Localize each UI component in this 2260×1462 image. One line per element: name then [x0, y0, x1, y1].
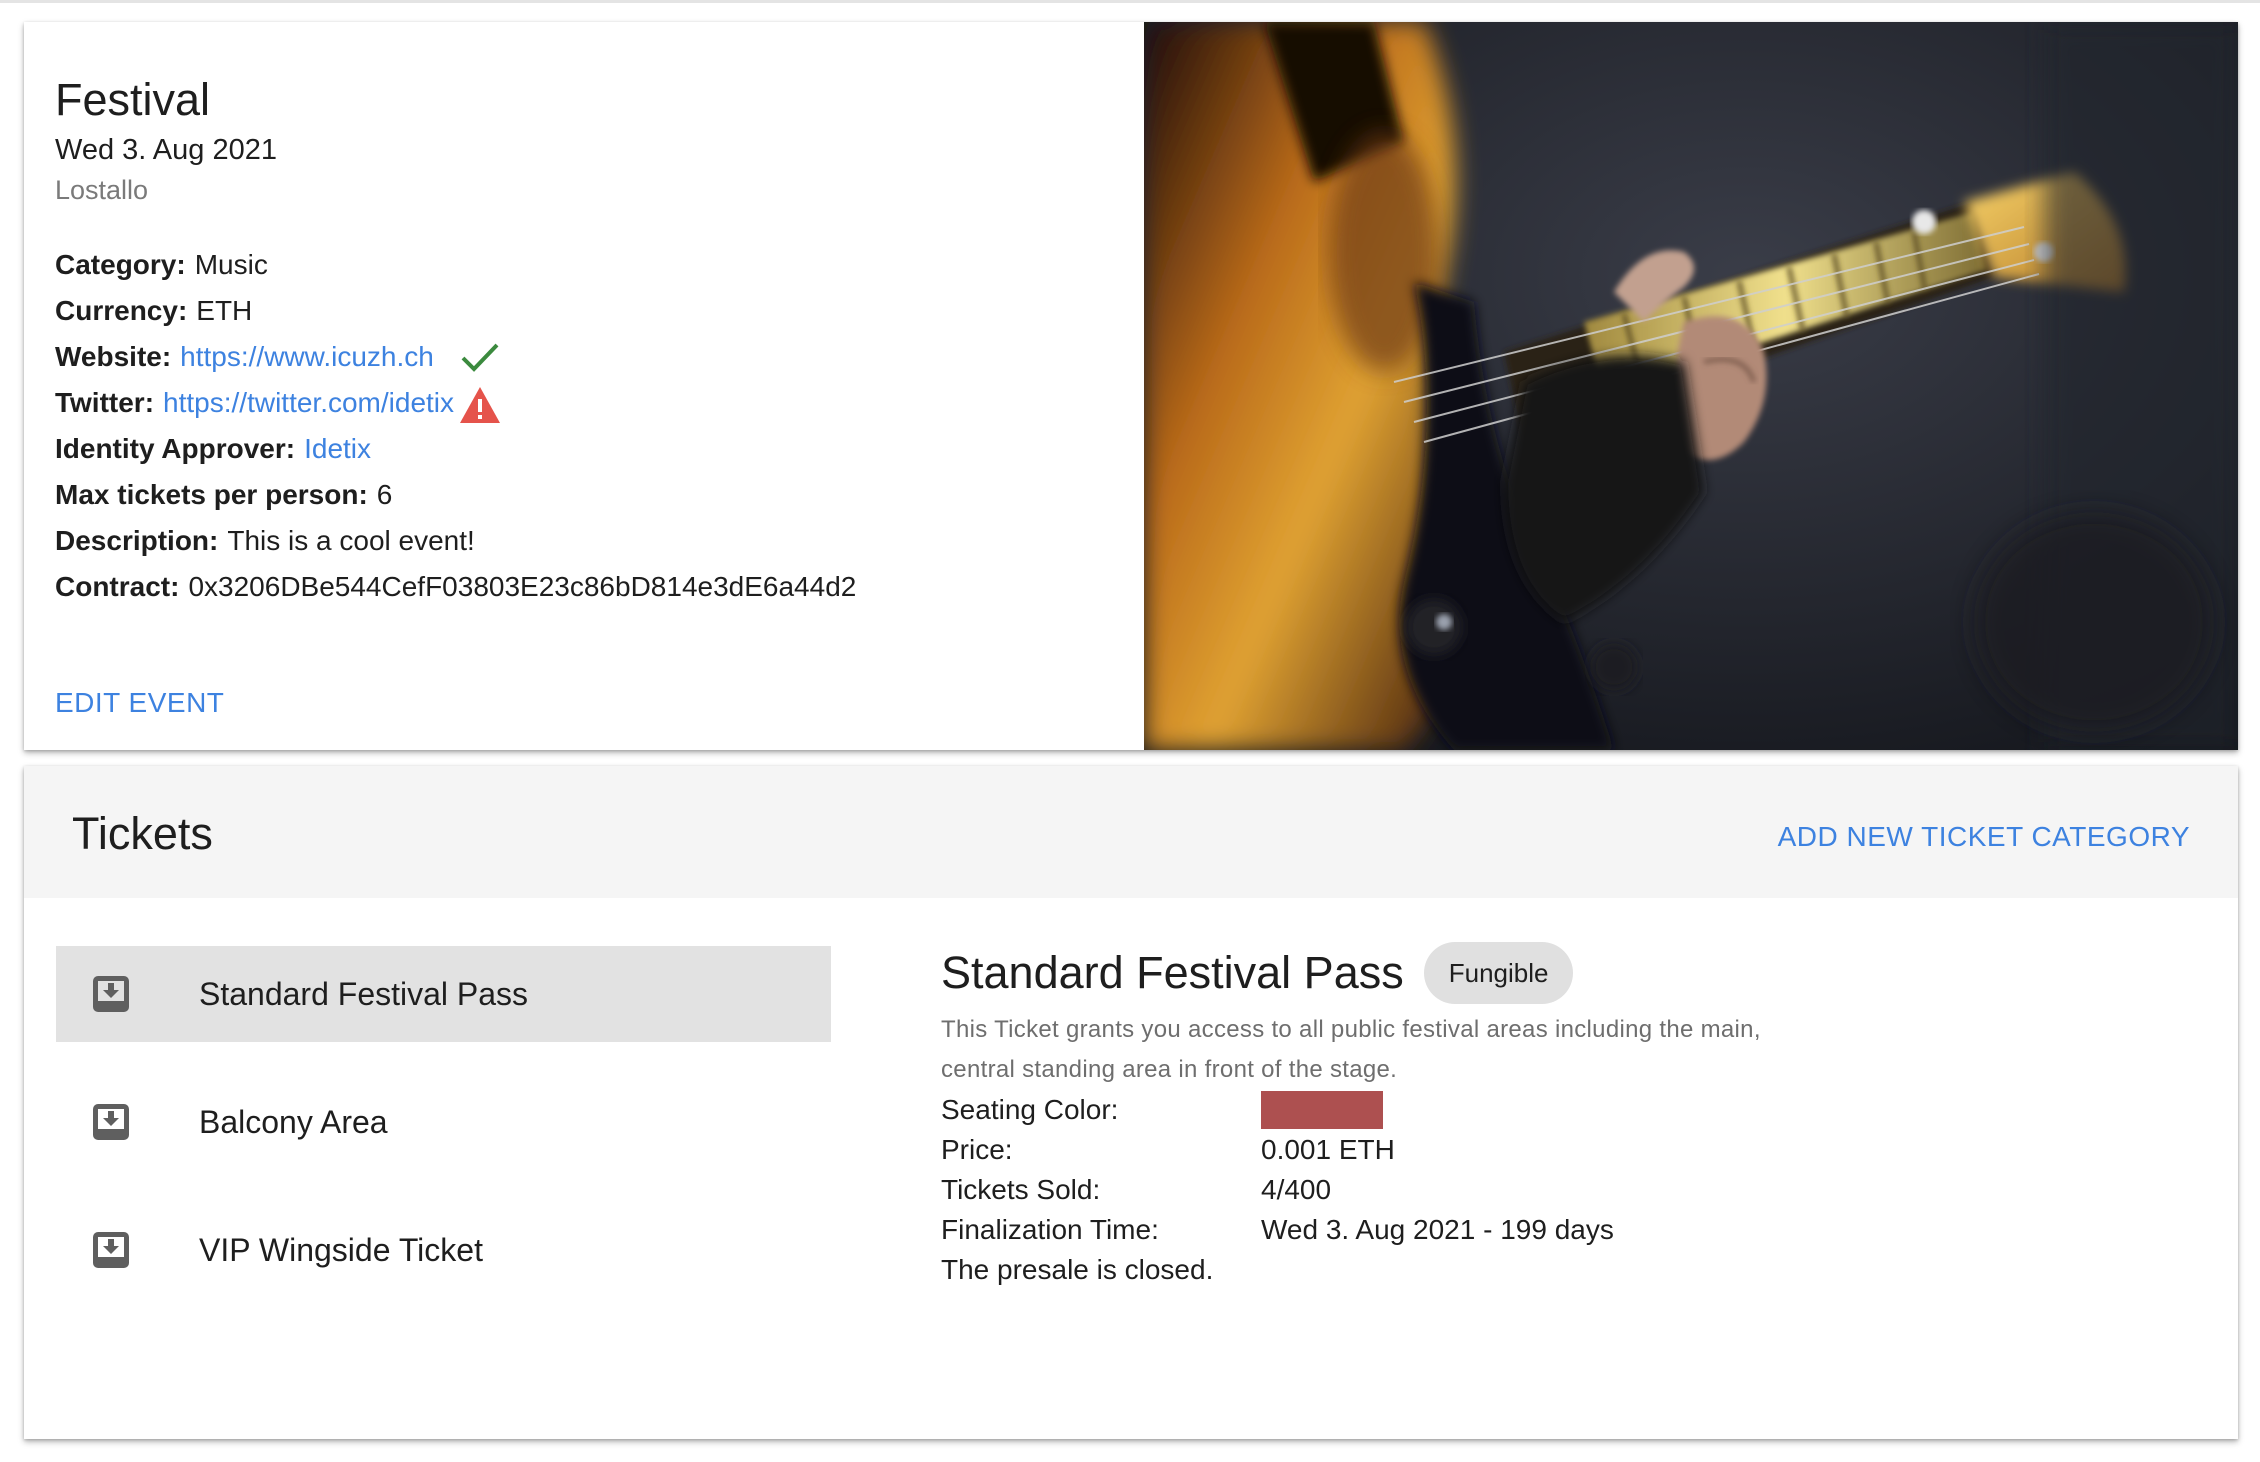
contract-row: Contract: 0x3206DBe544CefF03803E23c86bD8…: [55, 564, 1105, 610]
event-location: Lostallo: [55, 175, 149, 205]
tickets-card: Tickets ADD NEW TICKET CATEGORY Standard…: [24, 766, 2238, 1439]
category-label: Category:: [55, 249, 186, 280]
seating-color-label: Seating Color:: [941, 1094, 1119, 1125]
approver-row: Identity Approver: Idetix: [55, 426, 1105, 472]
event-details: Category: Music Currency: ETH Website: h…: [55, 242, 1105, 610]
twitter-label: Twitter:: [55, 387, 155, 418]
ticket-category-label: Balcony Area: [199, 1103, 388, 1140]
inbox-download-icon: [92, 1103, 130, 1141]
inbox-download-icon: [92, 975, 130, 1013]
ticket-detail-title: Standard Festival Pass: [941, 947, 1404, 998]
twitter-row: Twitter: https://twitter.com/idetix: [55, 380, 1105, 426]
event-info: Festival Wed 3. Aug 2021 Lostallo Catego…: [55, 72, 1105, 610]
tickets-title: Tickets: [72, 808, 213, 859]
ticket-category-vip[interactable]: VIP Wingside Ticket: [56, 1202, 831, 1298]
event-date: Wed 3. Aug 2021: [55, 134, 277, 166]
finalization-value: Wed 3. Aug 2021 - 199 days: [1261, 1214, 1614, 1245]
finalization-row: Finalization Time: Wed 3. Aug 2021 - 199…: [941, 1210, 2191, 1250]
inbox-download-icon: [92, 1231, 130, 1269]
edit-event-button[interactable]: EDIT EVENT: [55, 687, 224, 719]
price-value: 0.001 ETH: [1261, 1134, 1395, 1165]
ticket-category-label: Standard Festival Pass: [199, 975, 529, 1012]
currency-label: Currency:: [55, 295, 188, 326]
ticket-category-label: VIP Wingside Ticket: [199, 1231, 483, 1268]
ticket-description: This Ticket grants you access to all pub…: [941, 1016, 1761, 1083]
check-icon: [460, 340, 500, 374]
event-title: Festival: [55, 74, 211, 125]
tickets-sold-row: Tickets Sold: 4/400: [941, 1170, 2191, 1210]
approver-link[interactable]: Idetix: [304, 426, 371, 472]
category-row: Category: Music: [55, 242, 1105, 288]
ticket-detail-header: Standard Festival Pass Fungible: [941, 942, 2191, 1004]
seating-color-swatch: [1261, 1091, 1383, 1129]
max-tickets-value: 6: [376, 479, 393, 510]
tickets-header: Tickets ADD NEW TICKET CATEGORY: [24, 766, 2238, 898]
max-tickets-row: Max tickets per person: 6: [55, 472, 1105, 518]
description-value: This is a cool event!: [227, 525, 475, 556]
currency-row: Currency: ETH: [55, 288, 1105, 334]
website-label: Website:: [55, 341, 172, 372]
approver-label: Identity Approver:: [55, 433, 296, 464]
warning-icon: [458, 385, 502, 425]
category-value: Music: [194, 249, 268, 280]
contract-value: 0x3206DBe544CefF03803E23c86bD814e3dE6a44…: [188, 571, 857, 602]
finalization-label: Finalization Time:: [941, 1214, 1159, 1245]
website-link[interactable]: https://www.icuzh.ch: [180, 334, 434, 380]
description-label: Description:: [55, 525, 219, 556]
tickets-sold-value: 4/400: [1261, 1174, 1332, 1205]
presale-status: The presale is closed.: [941, 1254, 1214, 1285]
contract-label: Contract:: [55, 571, 180, 602]
event-image: [1144, 22, 2238, 750]
twitter-link[interactable]: https://twitter.com/idetix: [163, 380, 454, 426]
website-row: Website: https://www.icuzh.ch: [55, 334, 1105, 380]
top-divider: [0, 0, 2260, 3]
price-label: Price:: [941, 1134, 1013, 1165]
description-row: Description: This is a cool event!: [55, 518, 1105, 564]
seating-color-row: Seating Color:: [941, 1090, 2191, 1130]
ticket-category-list: Standard Festival Pass Balcony Area VIP …: [56, 946, 831, 1330]
event-card: Festival Wed 3. Aug 2021 Lostallo Catego…: [24, 22, 2238, 750]
fungible-badge: Fungible: [1423, 942, 1574, 1004]
ticket-category-standard[interactable]: Standard Festival Pass: [56, 946, 831, 1042]
ticket-detail-panel: Standard Festival Pass Fungible This Tic…: [941, 942, 2191, 1290]
tickets-sold-label: Tickets Sold:: [941, 1174, 1101, 1205]
add-ticket-category-button[interactable]: ADD NEW TICKET CATEGORY: [1778, 821, 2190, 853]
currency-value: ETH: [196, 295, 253, 326]
ticket-category-balcony[interactable]: Balcony Area: [56, 1074, 831, 1170]
max-tickets-label: Max tickets per person:: [55, 479, 368, 510]
price-row: Price: 0.001 ETH: [941, 1130, 2191, 1170]
